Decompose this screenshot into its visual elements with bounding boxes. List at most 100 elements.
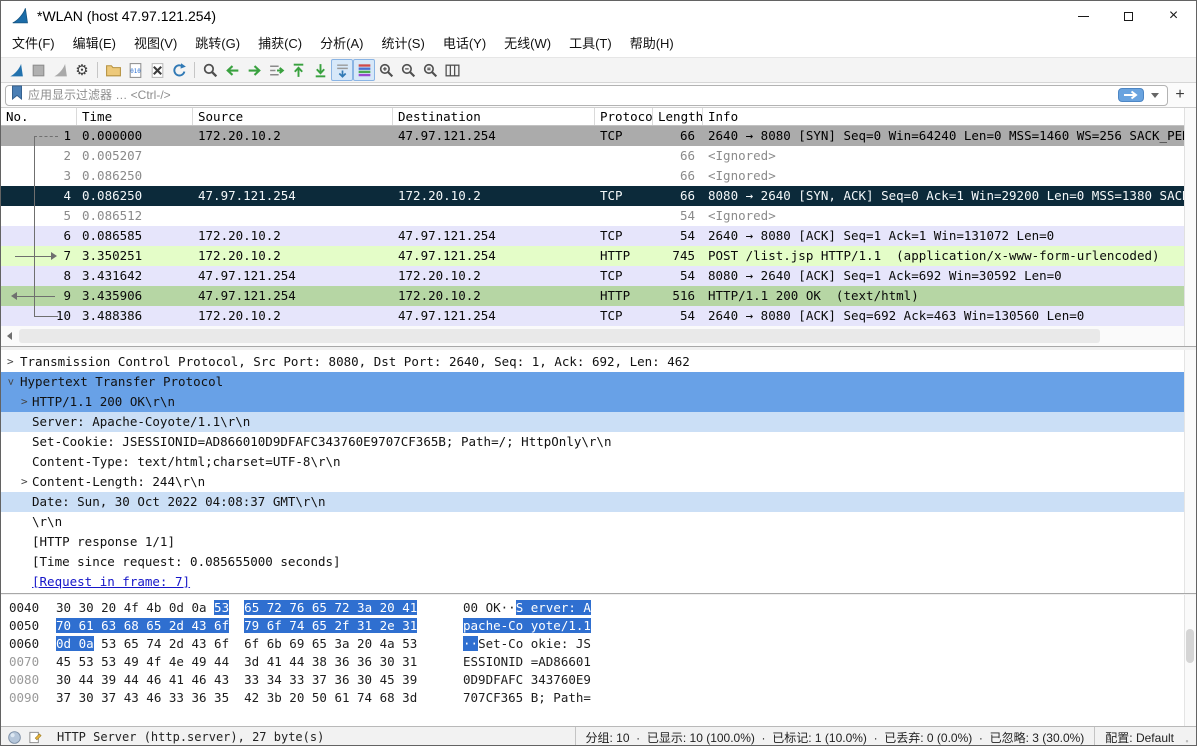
- detail-text: Hypertext Transfer Protocol: [20, 372, 223, 392]
- zoom-reset-button[interactable]: [419, 59, 441, 81]
- detail-row-9[interactable]: \r\n: [1, 512, 1196, 532]
- hex-offset: 0080: [9, 671, 39, 689]
- colorize-button[interactable]: [353, 59, 375, 81]
- filter-dropdown-icon[interactable]: [1151, 93, 1159, 98]
- packet-list-vscrollbar[interactable]: [1184, 108, 1196, 346]
- menu-item-6[interactable]: 分析(A): [311, 33, 372, 55]
- hex-row-0060[interactable]: 00600d 0a 53 65 74 2d 43 6f 6f 6b 69 65 …: [1, 635, 1196, 653]
- collapse-icon[interactable]: >: [1, 379, 20, 386]
- go-forward-button[interactable]: [243, 59, 265, 81]
- hex-vscrollbar[interactable]: [1184, 595, 1196, 726]
- detail-row-1[interactable]: > Transmission Control Protocol, Src Port…: [1, 352, 1196, 372]
- expand-icon[interactable]: >: [7, 352, 14, 372]
- hex-row-0090[interactable]: 009037 30 37 43 46 33 36 35 42 3b 20 50 …: [1, 689, 1196, 707]
- packet-row-5[interactable]: 50.08651254<Ignored>: [1, 206, 1196, 226]
- filter-text-field[interactable]: [28, 88, 1118, 102]
- detail-row-4[interactable]: Server: Apache-Coyote/1.1\r\n: [1, 412, 1196, 432]
- packet-row-9[interactable]: 93.43590647.97.121.254172.20.10.2HTTP516…: [1, 286, 1196, 306]
- packet-bytes-pane: 004030 30 20 4f 4b 0d 0a 53 65 72 76 65 …: [1, 595, 1196, 726]
- packet-list-hscrollbar[interactable]: [1, 326, 1196, 346]
- menu-item-10[interactable]: 工具(T): [560, 33, 621, 55]
- maximize-button[interactable]: [1106, 1, 1151, 31]
- reload-button[interactable]: [168, 59, 190, 81]
- hex-bytes: 30 44 39 44 46 41 46 43 33 34 33 37 36 3…: [56, 671, 417, 689]
- close-button[interactable]: ×: [1151, 1, 1196, 31]
- detail-vscrollbar[interactable]: [1184, 350, 1196, 593]
- packet-row-2[interactable]: 20.00520766<Ignored>: [1, 146, 1196, 166]
- column-header-info[interactable]: Info: [703, 108, 1196, 125]
- expand-icon[interactable]: >: [21, 472, 28, 492]
- menu-item-11[interactable]: 帮助(H): [621, 33, 683, 55]
- packet-row-1[interactable]: 10.000000172.20.10.247.97.121.254TCP6626…: [1, 126, 1196, 146]
- capture-restart-button[interactable]: [49, 59, 71, 81]
- profile-selector[interactable]: 配置: Default: [1094, 727, 1178, 746]
- hex-row-0050[interactable]: 005070 61 63 68 65 2d 43 6f 79 6f 74 65 …: [1, 617, 1196, 635]
- capture-statistics: 分组: 10 · 已显示: 10 (100.0%) · 已标记: 1 (10.0…: [575, 727, 1095, 746]
- resize-columns-button[interactable]: [441, 59, 463, 81]
- detail-text: Set-Cookie: JSESSIONID=AD866010D9DFAFC34…: [32, 432, 611, 452]
- bookmark-icon[interactable]: [11, 85, 23, 105]
- go-last-button[interactable]: [309, 59, 331, 81]
- column-header-destination[interactable]: Destination: [393, 108, 595, 125]
- hscroll-thumb[interactable]: [19, 329, 1100, 343]
- packet-row-6[interactable]: 60.086585172.20.10.247.97.121.254TCP5426…: [1, 226, 1196, 246]
- packet-row-10[interactable]: 103.488386172.20.10.247.97.121.254TCP542…: [1, 306, 1196, 326]
- menu-item-7[interactable]: 统计(S): [372, 33, 433, 55]
- file-save-button[interactable]: 010: [124, 59, 146, 81]
- hex-bytes: 37 30 37 43 46 33 36 35 42 3b 20 50 61 7…: [56, 689, 417, 707]
- hex-row-0040[interactable]: 004030 30 20 4f 4b 0d 0a 53 65 72 76 65 …: [1, 599, 1196, 617]
- menu-item-4[interactable]: 跳转(G): [186, 33, 249, 55]
- capture-stop-button[interactable]: [27, 59, 49, 81]
- apply-filter-button[interactable]: [1118, 87, 1144, 103]
- minimize-button[interactable]: [1061, 1, 1106, 31]
- detail-row-8[interactable]: Date: Sun, 30 Oct 2022 04:08:37 GMT\r\n: [1, 492, 1196, 512]
- packet-row-4[interactable]: 40.08625047.97.121.254172.20.10.2TCP6680…: [1, 186, 1196, 206]
- detail-row-2[interactable]: >Hypertext Transfer Protocol: [1, 372, 1196, 392]
- hex-offset: 0070: [9, 653, 39, 671]
- hex-row-0080[interactable]: 0080 30 44 39 44 46 41 46 43 33 34 33 37 …: [1, 671, 1196, 689]
- scroll-left-icon[interactable]: [1, 326, 17, 346]
- packet-row-8[interactable]: 83.43164247.97.121.254172.20.10.2TCP5480…: [1, 266, 1196, 286]
- menu-item-3[interactable]: 视图(V): [125, 33, 186, 55]
- go-to-packet-button[interactable]: [265, 59, 287, 81]
- menu-item-5[interactable]: 捕获(C): [249, 33, 311, 55]
- packet-list-header[interactable]: No.TimeSourceDestinationProtocolLengthIn…: [1, 108, 1196, 126]
- packet-row-3[interactable]: 30.08625066<Ignored>: [1, 166, 1196, 186]
- resize-grip[interactable]: [1180, 730, 1190, 744]
- capture-comment-icon[interactable]: [28, 730, 43, 745]
- menu-item-8[interactable]: 电话(Y): [434, 33, 495, 55]
- go-back-button[interactable]: [221, 59, 243, 81]
- expand-icon[interactable]: >: [21, 392, 28, 412]
- auto-scroll-button[interactable]: [331, 59, 353, 81]
- go-first-button[interactable]: [287, 59, 309, 81]
- zoom-in-button[interactable]: [375, 59, 397, 81]
- menu-item-2[interactable]: 编辑(E): [64, 33, 125, 55]
- detail-row-6[interactable]: Content-Type: text/html;charset=UTF-8\r\…: [1, 452, 1196, 472]
- expert-info-icon[interactable]: [7, 730, 22, 745]
- detail-row-3[interactable]: >HTTP/1.1 200 OK\r\n: [1, 392, 1196, 412]
- hex-ascii: 0D9DFAFC 343760E9: [463, 671, 591, 689]
- file-open-button[interactable]: [102, 59, 124, 81]
- column-header-no[interactable]: No.: [1, 108, 77, 125]
- capture-start-button[interactable]: [5, 59, 27, 81]
- detail-row-10[interactable]: [HTTP response 1/1]: [1, 532, 1196, 552]
- column-header-time[interactable]: Time: [77, 108, 193, 125]
- detail-text: Transmission Control Protocol, Src Port:…: [20, 352, 690, 372]
- detail-row-7[interactable]: >Content-Length: 244\r\n: [1, 472, 1196, 492]
- menu-item-9[interactable]: 无线(W): [495, 33, 560, 55]
- column-header-source[interactable]: Source: [193, 108, 393, 125]
- menu-item-1[interactable]: 文件(F): [3, 33, 64, 55]
- file-close-button[interactable]: [146, 59, 168, 81]
- hex-row-0070[interactable]: 007045 53 53 49 4f 4e 49 44 3d 41 44 38 …: [1, 653, 1196, 671]
- detail-row-12[interactable]: [Request in frame: 7]: [1, 572, 1196, 592]
- capture-options-button[interactable]: ⚙: [71, 59, 93, 81]
- column-header-length[interactable]: Length: [653, 108, 703, 125]
- zoom-out-button[interactable]: [397, 59, 419, 81]
- filter-add-button[interactable]: +: [1168, 86, 1192, 104]
- find-packet-button[interactable]: [199, 59, 221, 81]
- detail-row-11[interactable]: [Time since request: 0.085655000 seconds…: [1, 552, 1196, 572]
- packet-row-7[interactable]: 73.350251172.20.10.247.97.121.254HTTP745…: [1, 246, 1196, 266]
- column-header-protocol[interactable]: Protocol: [595, 108, 653, 125]
- display-filter-input[interactable]: [5, 85, 1168, 106]
- detail-row-5[interactable]: Set-Cookie: JSESSIONID=AD866010D9DFAFC34…: [1, 432, 1196, 452]
